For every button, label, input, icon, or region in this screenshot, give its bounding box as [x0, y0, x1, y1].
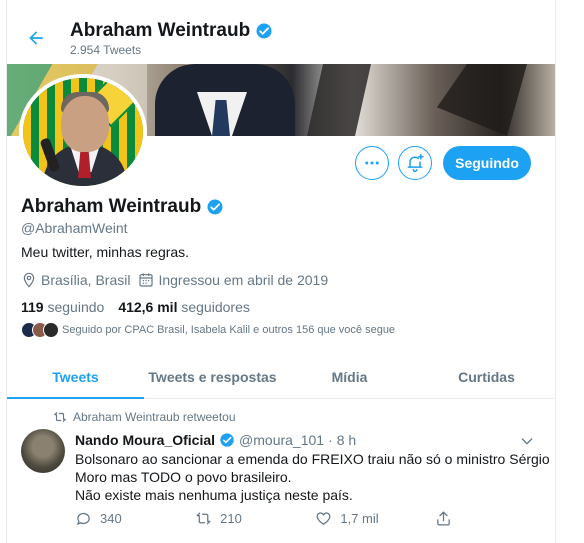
- following-button[interactable]: Seguindo: [443, 146, 531, 180]
- followed-by-row[interactable]: Seguido por CPAC Brasil, Isabela Kalil e…: [21, 322, 395, 338]
- like-button[interactable]: 1,7 mil: [315, 510, 435, 527]
- retweet-notice-text: Abraham Weintraub retweetou: [73, 410, 236, 424]
- profile-name: Abraham Weintraub: [21, 196, 224, 218]
- share-button[interactable]: [435, 510, 465, 527]
- header-name: Abraham Weintraub: [70, 20, 273, 42]
- tweet-text-line: Bolsonaro ao sancionar a emenda do FREIX…: [75, 451, 550, 467]
- tweet-author-handle[interactable]: @moura_101: [239, 432, 324, 448]
- verified-badge-icon: [256, 23, 272, 39]
- more-dots-icon: [365, 161, 379, 165]
- tweet-text: Bolsonaro ao sancionar a emenda do FREIX…: [75, 450, 550, 504]
- following-link[interactable]: 119 seguindo: [21, 299, 104, 315]
- tab-tweets-and-replies[interactable]: Tweets e respostas: [144, 355, 281, 398]
- bell-plus-icon: [407, 153, 424, 173]
- retweet-notice: Abraham Weintraub retweetou: [53, 410, 236, 424]
- tweet-actions: 340 210 1,7 mil: [75, 510, 465, 527]
- tweet-time[interactable]: 8 h: [337, 432, 356, 448]
- header-tweet-count: 2.954 Tweets: [70, 43, 142, 57]
- following-label: seguindo: [47, 299, 105, 315]
- tweet-text-line: Não existe mais nenhuma justiça neste pa…: [75, 487, 353, 503]
- tweet-separator: ·: [328, 432, 333, 448]
- like-count: 1,7 mil: [340, 511, 379, 526]
- followers-link[interactable]: 412,6 mil seguidores: [118, 299, 250, 315]
- followers-label: seguidores: [181, 299, 250, 315]
- profile-meta: Brasília, Brasil Ingressou em abril de 2…: [21, 272, 336, 288]
- retweet-count: 210: [220, 511, 242, 526]
- calendar-icon: [139, 273, 154, 287]
- back-button[interactable]: [20, 22, 52, 54]
- avatar: [43, 322, 59, 338]
- tweet-header: Nando Moura_Oficial @moura_101 · 8 h: [75, 432, 356, 448]
- profile-name-text: Abraham Weintraub: [21, 196, 202, 217]
- location-pin-icon: [23, 272, 35, 288]
- following-count: 119: [21, 299, 44, 315]
- profile-handle: @AbrahamWeint: [21, 220, 128, 236]
- heart-icon: [316, 512, 331, 525]
- header-name-text: Abraham Weintraub: [70, 20, 251, 41]
- arrow-left-icon: [29, 31, 43, 45]
- tweet-author-avatar[interactable]: [21, 429, 65, 473]
- tab-media[interactable]: Mídia: [281, 355, 418, 398]
- followed-by-text: Seguido por CPAC Brasil, Isabela Kalil e…: [62, 324, 396, 336]
- retweet-button[interactable]: 210: [195, 510, 315, 527]
- reply-icon: [77, 512, 90, 525]
- profile-header-bar: Abraham Weintraub 2.954 Tweets: [7, 0, 555, 64]
- tab-tweets[interactable]: Tweets: [7, 355, 144, 399]
- retweet-icon: [54, 411, 66, 423]
- reply-button[interactable]: 340: [75, 510, 195, 527]
- followed-by-avatars: [21, 322, 59, 338]
- location-text: Brasília, Brasil: [41, 272, 131, 288]
- location-item: Brasília, Brasil: [21, 272, 130, 288]
- profile-tabs: Tweets Tweets e respostas Mídia Curtidas: [7, 355, 555, 399]
- more-options-button[interactable]: [355, 146, 389, 180]
- verified-badge-icon: [220, 433, 234, 447]
- verified-badge-icon: [207, 199, 223, 215]
- profile-column: Abraham Weintraub 2.954 Tweets Seguindo …: [6, 0, 556, 543]
- joined-text: Ingressou em abril de 2019: [158, 272, 329, 288]
- share-icon: [437, 511, 451, 526]
- profile-bio: Meu twitter, minhas regras.: [21, 244, 190, 260]
- tweet-author-name[interactable]: Nando Moura_Oficial: [75, 432, 215, 448]
- tweet-text-line: Moro mas TODO o povo brasileiro.: [75, 469, 292, 485]
- profile-stats: 119 seguindo 412,6 mil seguidores: [21, 299, 250, 315]
- joined-item: Ingressou em abril de 2019: [138, 272, 328, 288]
- followers-count: 412,6 mil: [118, 299, 178, 315]
- notifications-button[interactable]: [398, 146, 432, 180]
- tab-likes[interactable]: Curtidas: [418, 355, 555, 398]
- chevron-down-icon: [521, 438, 533, 445]
- retweet-icon: [196, 512, 211, 525]
- profile-avatar[interactable]: [19, 74, 147, 190]
- reply-count: 340: [100, 511, 122, 526]
